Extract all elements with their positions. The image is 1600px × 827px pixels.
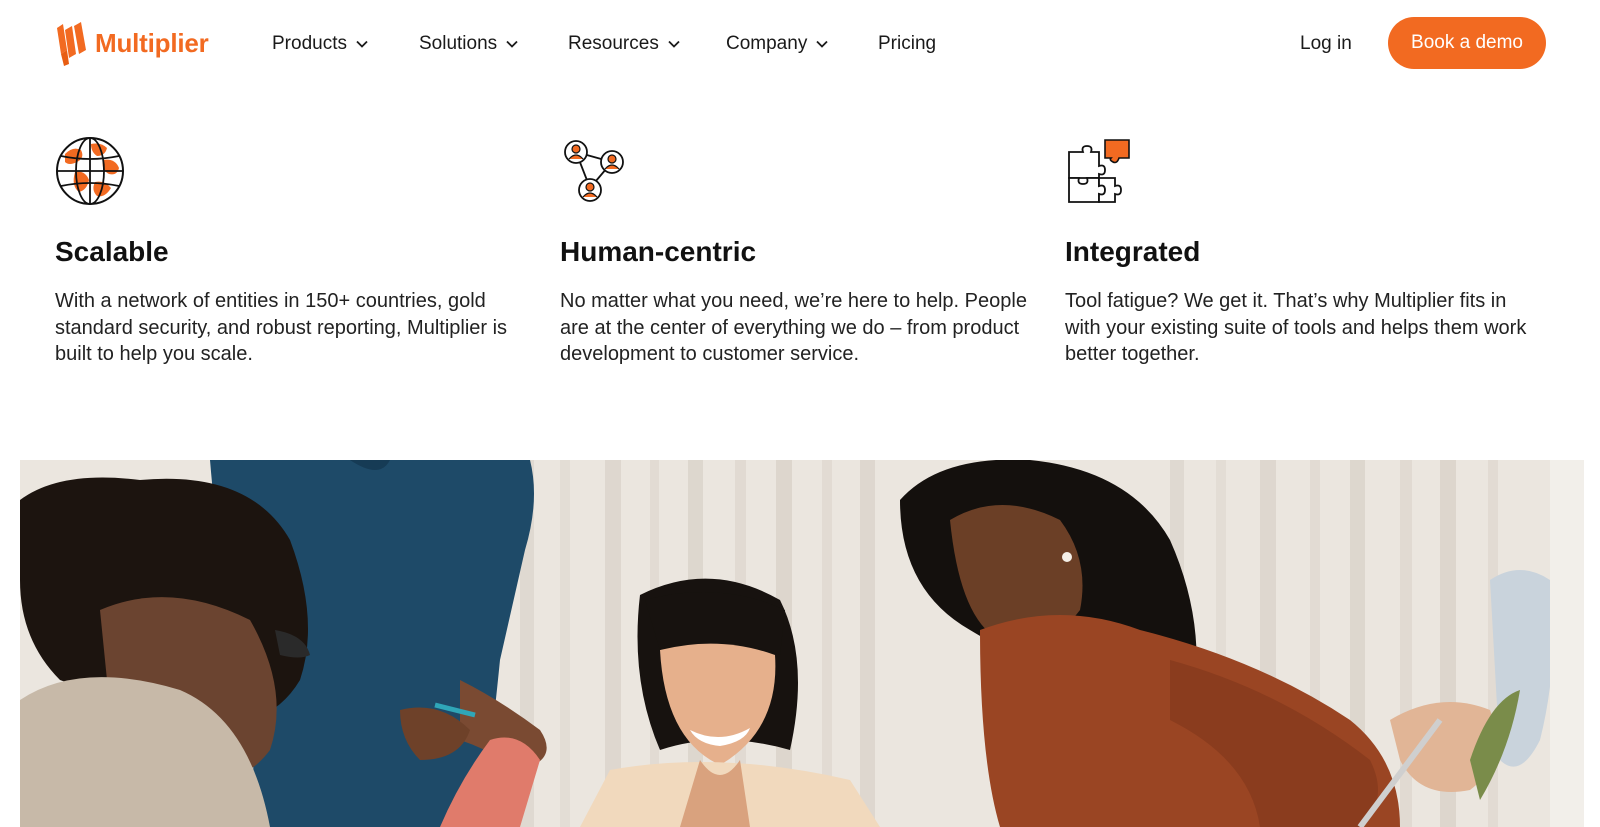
nav-pricing-label: Pricing xyxy=(878,33,937,54)
nav-resources-label: Resources xyxy=(568,33,659,54)
book-demo-button[interactable]: Book a demo xyxy=(1388,17,1546,69)
site-header: Multiplier Products Solutions Resources … xyxy=(0,0,1600,86)
feature-scalable: Scalable With a network of entities in 1… xyxy=(55,136,525,365)
nav-company-label: Company xyxy=(726,33,808,54)
multiplier-logo-icon xyxy=(57,22,86,66)
feature-title: Integrated xyxy=(1065,236,1201,267)
chevron-down-icon xyxy=(668,40,680,48)
nav-company[interactable]: Company xyxy=(726,29,828,59)
nav-products[interactable]: Products xyxy=(272,29,368,59)
feature-human-centric: Human-centric No matter what you need, w… xyxy=(560,136,1030,365)
chevron-down-icon xyxy=(506,40,518,48)
feature-title: Scalable xyxy=(55,236,169,267)
chevron-down-icon xyxy=(356,40,368,48)
feature-description: No matter what you need, we’re here to h… xyxy=(560,290,1027,365)
brand-logo[interactable]: Multiplier xyxy=(55,20,209,66)
feature-integrated: Integrated Tool fatigue? We get it. That… xyxy=(1065,136,1535,365)
feature-description: Tool fatigue? We get it. That’s why Mult… xyxy=(1065,290,1527,365)
nav-products-label: Products xyxy=(272,33,347,54)
team-collaboration-photo xyxy=(20,460,1584,827)
globe-icon xyxy=(56,137,124,205)
feature-title: Human-centric xyxy=(560,236,757,267)
puzzle-icon xyxy=(1068,139,1130,203)
brand-name: Multiplier xyxy=(95,27,209,58)
people-network-icon xyxy=(564,140,624,202)
nav-solutions[interactable]: Solutions xyxy=(419,29,518,59)
nav-solutions-label: Solutions xyxy=(419,33,498,54)
login-link[interactable]: Log in xyxy=(1300,29,1352,59)
feature-description: With a network of entities in 150+ count… xyxy=(55,290,508,365)
chevron-down-icon xyxy=(816,40,828,48)
nav-pricing[interactable]: Pricing xyxy=(878,29,936,59)
nav-resources[interactable]: Resources xyxy=(568,29,680,59)
